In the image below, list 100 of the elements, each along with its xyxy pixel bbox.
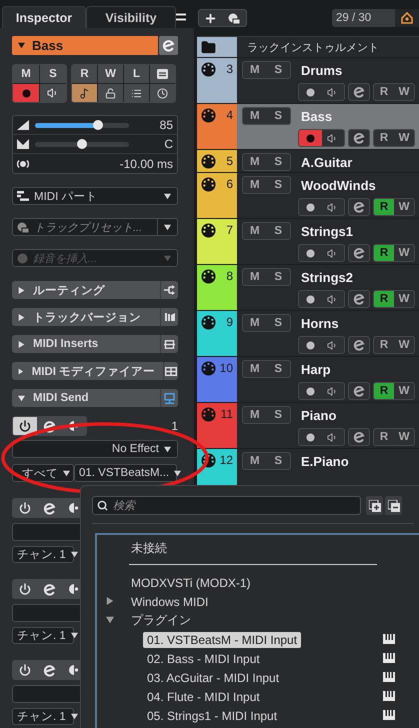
track-row[interactable]: M S Strings1 R W <box>237 219 419 264</box>
track-row[interactable]: M S Drums R W <box>237 58 419 103</box>
read-button[interactable]: R <box>374 337 394 353</box>
section-header[interactable]: MIDI モディファイアー <box>12 362 178 380</box>
edit-button[interactable] <box>348 129 370 147</box>
edit-button[interactable] <box>348 336 370 354</box>
write-button[interactable]: W <box>394 383 414 399</box>
solo-button[interactable]: S <box>266 407 290 423</box>
section-header[interactable]: MIDI Inserts <box>12 335 178 353</box>
read-button[interactable]: R <box>374 130 394 146</box>
edit-button[interactable] <box>348 382 370 400</box>
mute-button[interactable]: M <box>243 269 266 285</box>
edit-icon <box>353 201 365 213</box>
track-header[interactable]: Bass <box>12 36 158 55</box>
track-row[interactable]: M S Piano R W <box>237 403 419 448</box>
edit-button[interactable] <box>348 83 370 101</box>
lanes-button[interactable]: L <box>124 65 149 83</box>
mute-button[interactable]: M <box>243 361 266 377</box>
mute-button[interactable]: M <box>243 315 266 331</box>
expand-all-button[interactable] <box>366 496 383 515</box>
mute-button[interactable]: M <box>243 177 266 193</box>
solo-button[interactable]: S <box>266 108 290 124</box>
edit-button[interactable] <box>348 428 370 446</box>
panel-tab[interactable]: Inspector <box>2 6 86 28</box>
solo-button[interactable]: S <box>266 269 290 285</box>
collapse-all-button[interactable] <box>385 496 402 515</box>
read-button[interactable]: R <box>374 199 394 215</box>
section-header[interactable]: MIDI Send <box>12 389 178 407</box>
solo-button[interactable]: S <box>266 154 290 170</box>
solo-button[interactable]: S <box>266 453 290 469</box>
mute-button[interactable]: M <box>243 62 266 78</box>
menu-item[interactable]: 02. Bass - MIDI Input <box>97 649 419 668</box>
write-button[interactable]: W <box>394 199 414 215</box>
caret-icon[interactable] <box>18 42 25 49</box>
mute-button[interactable]: M <box>243 154 266 170</box>
monitor-button[interactable] <box>40 84 66 102</box>
time-base-button[interactable] <box>72 84 97 102</box>
track-row[interactable]: M S Harp R W <box>237 357 419 402</box>
mute-button[interactable]: M <box>243 108 266 124</box>
write-button[interactable]: W <box>394 291 414 307</box>
record-enable-button[interactable] <box>299 130 322 146</box>
home-button[interactable] <box>395 9 419 27</box>
write-button[interactable]: W <box>394 84 414 100</box>
read-button[interactable]: R <box>72 65 97 83</box>
solo-button[interactable]: S <box>40 65 66 83</box>
menu-item[interactable]: 01. VSTBeatsM - MIDI Input <box>97 630 419 649</box>
pan-slider[interactable] <box>35 142 129 146</box>
track-row[interactable]: M S Horns R W <box>237 311 419 356</box>
menu-item[interactable]: プラグイン <box>97 611 419 630</box>
track-row[interactable]: M S A.Guitar <box>237 150 419 172</box>
edit-button[interactable] <box>348 290 370 308</box>
menu-item[interactable]: MODXVSTi (MODX-1) <box>97 573 419 592</box>
caret-icon <box>174 470 182 476</box>
power-button[interactable] <box>13 417 38 435</box>
mute-button[interactable]: M <box>243 453 266 469</box>
mute-button[interactable]: M <box>243 223 266 239</box>
track-row[interactable]: M S Bass R W <box>237 104 419 149</box>
slider-thumb[interactable] <box>77 138 87 148</box>
solo-button[interactable]: S <box>266 62 290 78</box>
list-button[interactable] <box>124 84 149 102</box>
section-header[interactable]: トラックバージョン <box>12 308 178 326</box>
menu-item[interactable]: 03. AcGuitar - MIDI Input <box>97 668 419 687</box>
write-button[interactable]: W <box>394 337 414 353</box>
menu-item[interactable]: 04. Flute - MIDI Input <box>97 687 419 706</box>
delay-button[interactable] <box>150 84 175 102</box>
menu-item[interactable]: 未接続 <box>97 539 419 558</box>
edit-button[interactable] <box>348 244 370 262</box>
panel-tab[interactable]: Visibility <box>86 6 176 28</box>
section-header[interactable]: ルーティング <box>12 281 178 299</box>
effect-dropdown[interactable]: No Effect <box>12 440 178 458</box>
record-enable-button[interactable] <box>13 84 39 102</box>
write-button[interactable]: W <box>394 245 414 261</box>
menu-icon[interactable] <box>176 13 186 21</box>
folder-name: ラックインストゥルメント <box>246 40 379 54</box>
search-field[interactable]: 検索 <box>92 496 361 515</box>
track-row[interactable]: M S WoodWinds R W <box>237 173 419 218</box>
read-button[interactable]: R <box>374 245 394 261</box>
track-row[interactable]: M S Strings2 R W <box>237 265 419 310</box>
solo-button[interactable]: S <box>266 223 290 239</box>
mute-button[interactable]: M <box>13 65 39 83</box>
solo-button[interactable]: S <box>266 177 290 193</box>
menu-item[interactable]: 05. Strings1 - MIDI Input <box>97 706 419 725</box>
read-button[interactable]: R <box>374 383 394 399</box>
slider-thumb[interactable] <box>92 120 103 130</box>
menu-item[interactable]: Windows MIDI <box>97 592 419 611</box>
read-button[interactable]: R <box>374 84 394 100</box>
preset-field[interactable]: トラックプリセット... <box>12 218 178 236</box>
solo-button[interactable]: S <box>266 361 290 377</box>
edit-button[interactable] <box>159 36 178 55</box>
mute-button[interactable]: M <box>243 407 266 423</box>
lock-button[interactable] <box>98 84 123 102</box>
volume-slider[interactable] <box>35 122 129 128</box>
edit-button[interactable] <box>348 198 370 216</box>
solo-button[interactable]: S <box>266 315 290 331</box>
write-button[interactable]: W <box>394 429 414 445</box>
read-button[interactable]: R <box>374 429 394 445</box>
write-button[interactable]: W <box>394 130 414 146</box>
read-button[interactable]: R <box>374 291 394 307</box>
write-button[interactable]: W <box>98 65 123 83</box>
part-dropdown[interactable]: MIDI パート <box>12 187 178 205</box>
